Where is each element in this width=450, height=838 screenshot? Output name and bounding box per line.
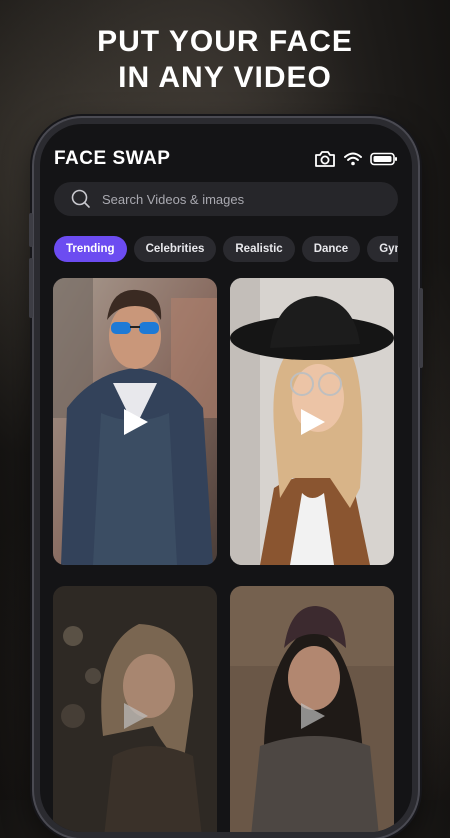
camera-icon[interactable] (314, 150, 336, 168)
headline-line-2: IN ANY VIDEO (118, 61, 332, 94)
headline-line-1: PUT YOUR FACE (97, 25, 353, 58)
video-card[interactable] (53, 586, 217, 832)
phone-frame: FACE SWAP Tre (29, 118, 423, 838)
category-tabs: TrendingCelebritiesRealisticDanceGym (54, 236, 398, 264)
phone-side-button (29, 213, 33, 247)
status-bar (314, 150, 398, 168)
tab-realistic[interactable]: Realistic (223, 236, 295, 262)
video-card[interactable] (53, 278, 217, 565)
battery-icon (370, 152, 397, 166)
play-icon[interactable] (120, 407, 150, 437)
play-icon[interactable] (297, 701, 327, 731)
video-card[interactable] (230, 278, 394, 565)
tab-celebrities[interactable]: Celebrities (133, 236, 217, 262)
tab-dance[interactable]: Dance (301, 236, 361, 262)
phone-side-button (29, 258, 33, 318)
promo-headline: PUT YOUR FACE IN ANY VIDEO (0, 24, 450, 96)
play-icon[interactable] (297, 407, 327, 437)
search-icon (71, 189, 90, 208)
tab-gym[interactable]: Gym (367, 236, 398, 262)
video-card[interactable] (230, 586, 394, 832)
phone-side-button (419, 288, 423, 368)
app-title: FACE SWAP (54, 148, 171, 169)
wifi-icon (344, 152, 362, 166)
search-bar[interactable] (54, 182, 398, 216)
search-input[interactable] (100, 190, 364, 208)
play-icon[interactable] (120, 701, 150, 731)
app-screen: FACE SWAP Tre (40, 124, 412, 832)
tab-trending[interactable]: Trending (54, 236, 127, 262)
